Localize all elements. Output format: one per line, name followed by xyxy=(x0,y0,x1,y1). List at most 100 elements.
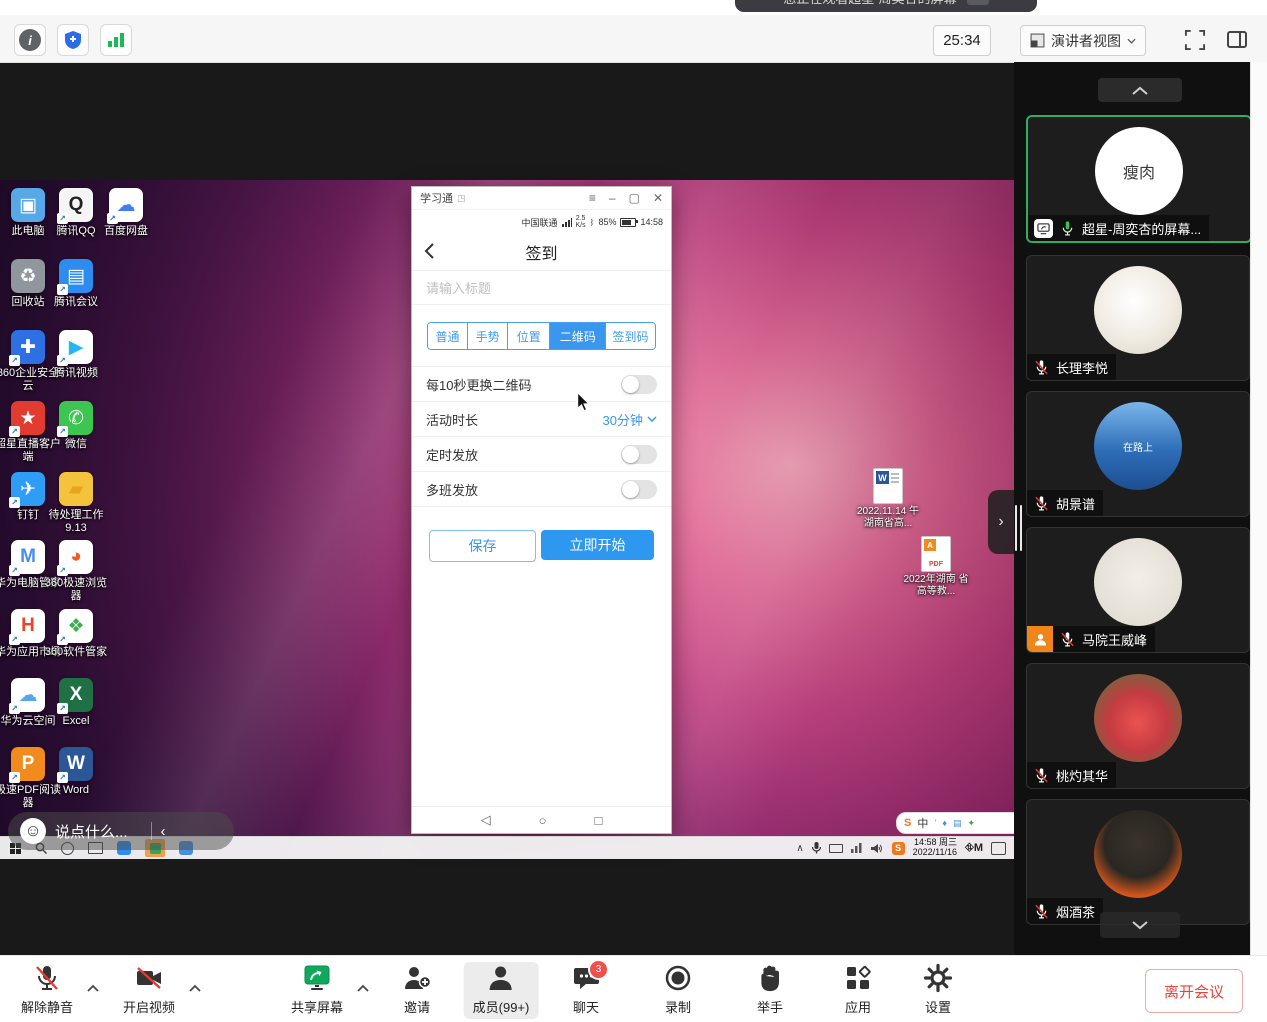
toggle-switch[interactable] xyxy=(621,445,657,464)
action-center-icon[interactable] xyxy=(991,842,1006,855)
maximize-icon[interactable]: ▢ xyxy=(629,191,640,205)
close-icon[interactable]: ✕ xyxy=(653,191,663,205)
toolbox-icon[interactable]: ✦ xyxy=(967,818,975,829)
view-mode-button[interactable]: 演讲者视图 xyxy=(1020,25,1146,56)
collapse-panel-button[interactable] xyxy=(1098,78,1182,102)
start-now-button[interactable]: 立即开始 xyxy=(541,530,654,560)
desktop-icon[interactable]: ▤↗ 腾讯会议 xyxy=(43,259,109,309)
pdf-file-icon[interactable]: A PDF2022年湖南 省高等教... xyxy=(903,536,969,597)
toggle-switch[interactable] xyxy=(621,480,657,499)
desktop-icon[interactable]: ❖↗ 360软件管家 xyxy=(43,609,109,659)
tray-chevron-icon[interactable]: ∧ xyxy=(796,843,803,854)
tray-sogou-icon[interactable]: S xyxy=(892,842,905,855)
chevron-down-icon xyxy=(1127,38,1136,44)
participant-tile[interactable]: 在路上 胡景谱 xyxy=(1026,391,1250,517)
input-lang-icon[interactable]: 中 xyxy=(917,815,928,831)
word-file-icon[interactable]: W 2022.11.14 午湖南省高... xyxy=(855,468,921,529)
tray-m-signal-icon[interactable]: ⛗M xyxy=(965,842,983,855)
app-icon: ▰ xyxy=(59,472,93,506)
unmute-button[interactable]: 解除静音 xyxy=(12,962,82,1019)
sogou-logo-icon[interactable]: S xyxy=(904,817,911,829)
desktop-icon-label: 待处理工作 9.13 xyxy=(43,509,109,534)
unmute-options-caret[interactable] xyxy=(86,980,100,998)
toggle-switch[interactable] xyxy=(621,375,657,394)
settings-button[interactable]: 设置 xyxy=(914,962,962,1019)
desktop-icon[interactable]: X↗ Excel xyxy=(43,678,109,728)
option-label: 定时发放 xyxy=(426,445,478,464)
participant-tile[interactable]: 长理李悦 xyxy=(1026,255,1250,381)
keyboard-icon[interactable]: ▤ xyxy=(953,818,962,829)
signin-type-tab[interactable]: 手势 xyxy=(467,323,507,349)
punctuation-icon[interactable]: ’ xyxy=(934,818,936,828)
danmaku-collapse-icon[interactable]: ‹ xyxy=(161,823,166,840)
sogou-input-bar[interactable]: S 中 ’ ♦ ▤ ✦ xyxy=(896,812,1014,834)
fullscreen-button[interactable] xyxy=(1180,25,1210,54)
meeting-top-bar: i 25:34 演讲者视图 xyxy=(0,15,1267,63)
tray-network-icon[interactable] xyxy=(851,843,863,853)
desktop-icon[interactable]: W↗ Word xyxy=(43,747,109,797)
side-panel-toggle-button[interactable] xyxy=(1222,25,1252,54)
scroll-down-button[interactable] xyxy=(1100,912,1180,938)
phone-window-titlebar[interactable]: 学习通 ◳ ≡–▢✕ xyxy=(412,187,671,210)
chevron-down-icon xyxy=(647,416,657,422)
signin-title-input[interactable]: 请输入标题 xyxy=(412,271,671,305)
tray-volume-icon[interactable] xyxy=(871,843,884,854)
taskbar-clock[interactable]: 14:58 周三2022/11/16 xyxy=(913,838,957,858)
avatar: 瘦肉 xyxy=(1095,127,1183,215)
share-screen-button[interactable]: 共享屏幕 xyxy=(282,962,352,1019)
desktop-icon[interactable]: ▶↗ 腾讯视频 xyxy=(43,330,109,380)
shortcut-arrow-icon: ↗ xyxy=(57,565,68,576)
apps-button[interactable]: 应用 xyxy=(834,962,882,1019)
chat-button[interactable]: 3 聊天 xyxy=(562,962,610,1019)
minimize-icon[interactable]: – xyxy=(609,191,616,205)
danmaku-bar[interactable]: ☺ 说点什么... ‹ xyxy=(8,812,234,850)
start-video-options-caret[interactable] xyxy=(188,980,202,998)
participant-tile[interactable]: 桃灼其华 xyxy=(1026,663,1250,789)
raise-hand-button[interactable]: 举手 xyxy=(746,962,794,1019)
desktop-icon[interactable]: ☁↗ 百度网盘 xyxy=(93,188,159,238)
signin-type-tab[interactable]: 普通 xyxy=(428,323,467,349)
signin-type-tab[interactable]: 位置 xyxy=(507,323,549,349)
duration-select[interactable]: 30分钟 xyxy=(603,410,657,429)
emoji-smiley-icon[interactable]: ☺ xyxy=(20,818,46,844)
desktop-icon[interactable]: ▰ 待处理工作 9.13 xyxy=(43,472,109,534)
android-recents-icon[interactable]: □ xyxy=(595,813,603,828)
option-label: 活动时长 xyxy=(426,410,478,429)
banner-chip[interactable] xyxy=(967,0,989,5)
save-button[interactable]: 保存 xyxy=(429,530,536,562)
android-back-icon[interactable]: ◁ xyxy=(481,812,491,828)
leave-meeting-button[interactable]: 离开会议 xyxy=(1145,969,1243,1013)
panel-expander-handle[interactable]: › xyxy=(988,490,1014,554)
members-button[interactable]: 成员(99+) xyxy=(464,962,539,1019)
danmaku-divider xyxy=(151,822,152,840)
start-video-button[interactable]: 开启视频 xyxy=(114,962,184,1019)
record-button[interactable]: 录制 xyxy=(654,962,702,1019)
desktop-icon[interactable]: ◕↗ 360极速浏览器 xyxy=(43,540,109,602)
option-row: 每10秒更换二维码 xyxy=(412,367,671,402)
menu-icon[interactable]: ≡ xyxy=(589,191,596,205)
back-button[interactable] xyxy=(424,242,435,263)
android-home-icon[interactable]: ○ xyxy=(539,813,547,828)
info-icon: i xyxy=(19,29,41,51)
security-shield-icon xyxy=(64,30,82,50)
tray-mic-icon[interactable] xyxy=(812,842,821,854)
meeting-info-button[interactable]: i xyxy=(14,24,46,56)
signin-type-tab[interactable]: 二维码 xyxy=(549,323,605,349)
signin-type-tab[interactable]: 签到码 xyxy=(605,323,655,349)
danmaku-placeholder[interactable]: 说点什么... xyxy=(55,821,128,842)
share-screen-options-caret[interactable] xyxy=(356,980,370,998)
security-button[interactable] xyxy=(57,24,89,56)
tray-battery-icon[interactable] xyxy=(829,844,843,853)
signin-actions: 保存 立即开始 xyxy=(412,507,671,562)
mic-input-icon[interactable]: ♦ xyxy=(942,818,947,828)
participant-tile[interactable]: 烟酒茶 xyxy=(1026,799,1250,925)
participant-name-bar: 胡景谱 xyxy=(1027,490,1103,516)
app-icon: ☁↗ xyxy=(11,678,45,712)
participant-tile[interactable]: 瘦肉 超星-周奕杏的屏幕... xyxy=(1026,115,1252,243)
panel-scroll-gutter[interactable] xyxy=(1250,62,1267,955)
network-quality-button[interactable] xyxy=(100,24,132,56)
panel-drag-handle[interactable] xyxy=(1015,505,1022,551)
desktop-icon[interactable]: ✆↗ 微信 xyxy=(43,401,109,451)
participant-tile[interactable]: 马院王威峰 xyxy=(1026,527,1250,653)
invite-button[interactable]: 邀请 xyxy=(393,962,441,1019)
